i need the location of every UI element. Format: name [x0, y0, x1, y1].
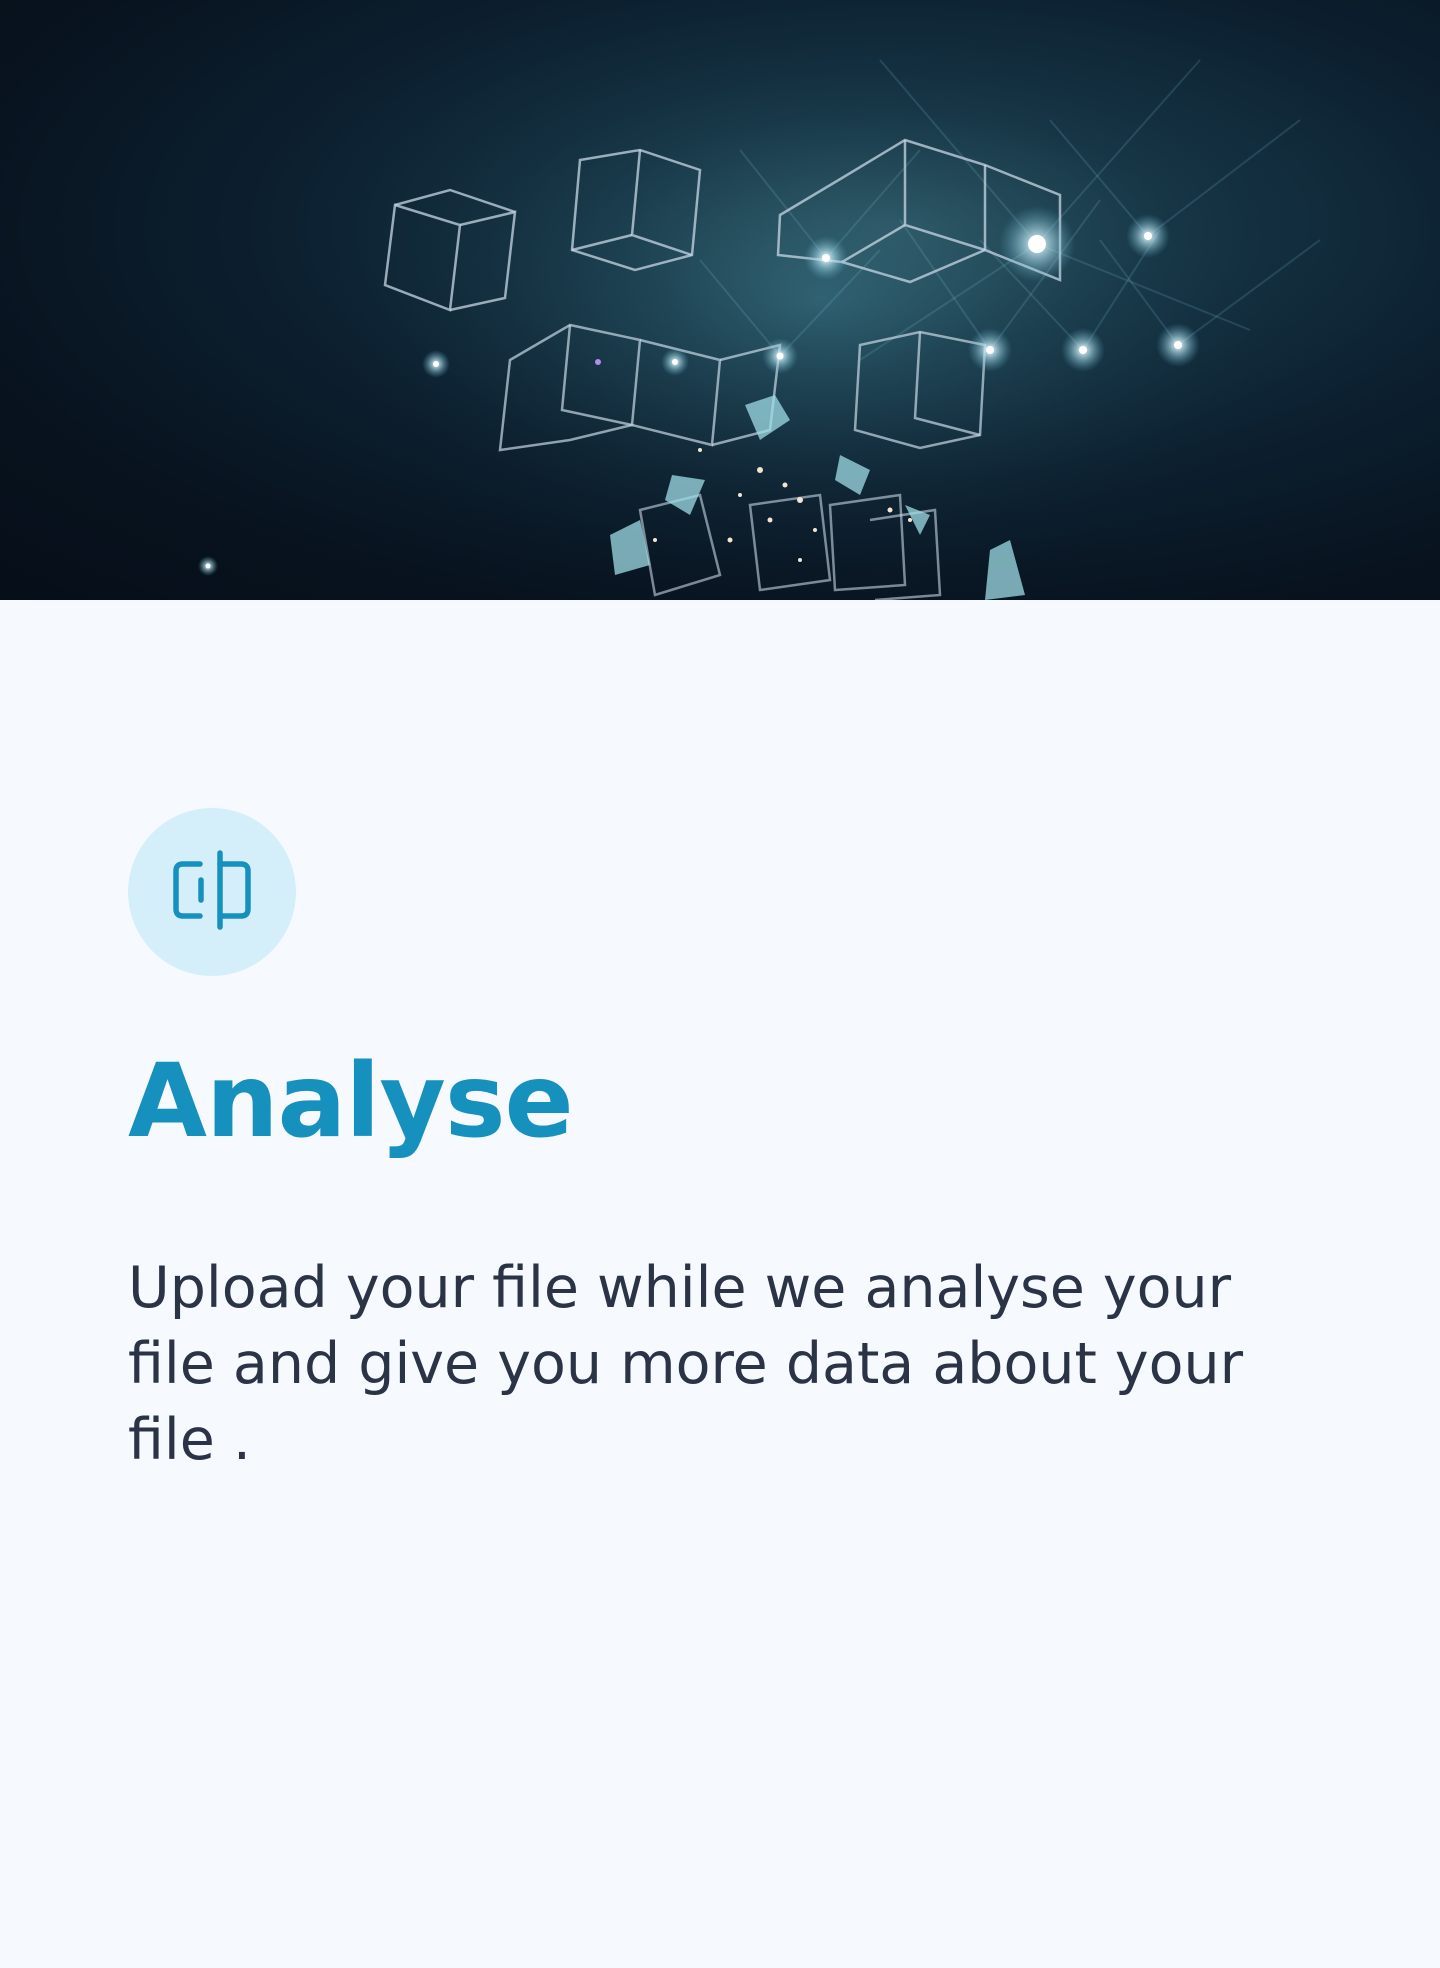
hero-image	[0, 0, 1440, 600]
feature-description: Upload your file while we analyse your f…	[128, 1255, 1244, 1474]
split-view-icon	[170, 848, 254, 936]
feature-card: Analyse Upload your file while we analys…	[0, 0, 1440, 1968]
feature-title: Analyse	[128, 1042, 574, 1161]
feature-content: Analyse Upload your file while we analys…	[128, 808, 1308, 1478]
feature-icon-badge	[128, 808, 296, 976]
